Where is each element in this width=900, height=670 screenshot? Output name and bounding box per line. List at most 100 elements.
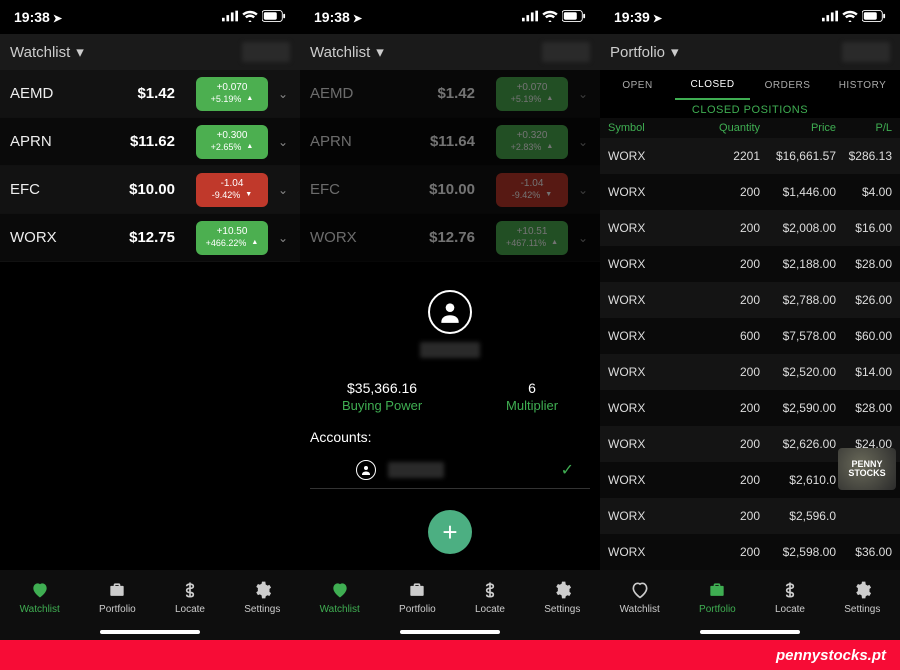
ticker-price: $10.00 [403, 181, 475, 198]
multiplier-label: Multiplier [506, 398, 558, 413]
tab-label: Locate [175, 604, 205, 615]
chevron-down-icon[interactable]: ⌄ [574, 183, 592, 197]
change-abs: +0.070 [517, 82, 548, 94]
ptab-orders[interactable]: ORDERS [750, 70, 825, 100]
ptab-history[interactable]: HISTORY [825, 70, 900, 100]
location-icon: ➤ [53, 13, 62, 25]
status-bar: 19:39➤ [600, 0, 900, 34]
header-title: Portfolio [610, 44, 665, 61]
tab-settings[interactable]: Settings [844, 580, 880, 615]
header-account-redacted [242, 42, 290, 62]
table-row[interactable]: WORX200$2,788.00$26.00 [600, 282, 900, 318]
change-pct: +5.19% [211, 94, 254, 105]
page-header: Watchlist▾ [300, 34, 600, 70]
status-time: 19:38➤ [14, 9, 62, 25]
username-redacted [420, 342, 480, 358]
wifi-icon [842, 9, 858, 25]
ticker-price: $1.42 [403, 85, 475, 102]
tab-locate[interactable]: Locate [775, 580, 805, 615]
ticker-price: $12.76 [403, 229, 475, 246]
screen-3: 19:39➤ Portfolio▾ OPENCLOSEDORDERSHISTOR… [600, 0, 900, 640]
watchlist-row[interactable]: AEMD $1.42 +0.070 +5.19% ⌄ [0, 70, 300, 118]
account-name-redacted [388, 462, 444, 478]
screen-1: 19:38➤ Watchlist▾ AEMD $1.42 +0.070 +5.1… [0, 0, 300, 640]
change-badge: +10.51 +467.11% [496, 221, 568, 255]
header-dropdown[interactable]: Watchlist▾ [10, 43, 84, 61]
tab-locate[interactable]: Locate [475, 580, 505, 615]
chevron-down-icon[interactable]: ⌄ [574, 135, 592, 149]
chevron-down-icon[interactable]: ⌄ [274, 183, 292, 197]
table-row[interactable]: WORX600$7,578.00$60.00 [600, 318, 900, 354]
table-row[interactable]: WORX2201$16,661.57$286.13 [600, 138, 900, 174]
change-badge: +0.300 +2.65% [196, 125, 268, 159]
watchlist-row[interactable]: APRN $11.64 +0.320 +2.83% ⌄ [300, 118, 600, 166]
status-bar: 19:38➤ [300, 0, 600, 34]
buying-power-label: Buying Power [342, 398, 422, 413]
chevron-down-icon[interactable]: ⌄ [274, 135, 292, 149]
change-badge: +10.50 +466.22% [196, 221, 268, 255]
account-row[interactable]: ✓ [310, 451, 590, 489]
tab-portfolio[interactable]: Portfolio [699, 580, 736, 615]
change-pct: +467.11% [506, 238, 558, 249]
header-dropdown[interactable]: Watchlist▾ [310, 43, 384, 61]
tab-bar: Watchlist Portfolio Locate Settings [300, 570, 600, 640]
tab-label: Locate [475, 604, 505, 615]
watchlist-row[interactable]: AEMD $1.42 +0.070 +5.19% ⌄ [300, 70, 600, 118]
tab-settings[interactable]: Settings [544, 580, 580, 615]
change-pct: -9.42% [512, 190, 552, 201]
change-pct: +5.19% [511, 94, 554, 105]
header-title: Watchlist [10, 44, 70, 61]
chevron-down-icon[interactable]: ⌄ [574, 87, 592, 101]
ticker-symbol: WORX [310, 229, 382, 246]
tab-label: Locate [775, 604, 805, 615]
ticker-price: $1.42 [103, 85, 175, 102]
battery-icon [262, 9, 286, 25]
header-dropdown[interactable]: Portfolio▾ [610, 43, 679, 61]
tab-label: Portfolio [399, 604, 436, 615]
ptab-closed[interactable]: CLOSED [675, 70, 750, 100]
tab-watchlist[interactable]: Watchlist [620, 580, 660, 615]
watchlist-row[interactable]: WORX $12.75 +10.50 +466.22% ⌄ [0, 214, 300, 262]
table-row[interactable]: WORX200$1,446.00$4.00 [600, 174, 900, 210]
avatar [428, 290, 472, 334]
tab-bar: Watchlist Portfolio Locate Settings [0, 570, 300, 640]
ticker-symbol: AEMD [310, 85, 382, 102]
change-pct: +2.65% [211, 142, 254, 153]
tab-bar: Watchlist Portfolio Locate Settings [600, 570, 900, 640]
change-pct: +2.83% [511, 142, 554, 153]
add-button[interactable]: + [428, 510, 472, 554]
ticker-symbol: WORX [10, 229, 82, 246]
wifi-icon [542, 9, 558, 25]
table-row[interactable]: WORX200$2,598.00$36.00 [600, 534, 900, 570]
battery-icon [862, 9, 886, 25]
ticker-symbol: EFC [10, 181, 82, 198]
watchlist-row[interactable]: EFC $10.00 -1.04 -9.42% ⌄ [0, 166, 300, 214]
ptab-open[interactable]: OPEN [600, 70, 675, 100]
tab-portfolio[interactable]: Portfolio [399, 580, 436, 615]
tab-watchlist[interactable]: Watchlist [320, 580, 360, 615]
table-row[interactable]: WORX200$2,520.00$14.00 [600, 354, 900, 390]
chevron-down-icon[interactable]: ⌄ [274, 231, 292, 245]
tab-portfolio[interactable]: Portfolio [99, 580, 136, 615]
table-row[interactable]: WORX200$2,188.00$28.00 [600, 246, 900, 282]
caret-down-icon: ▾ [376, 43, 384, 61]
person-icon [356, 460, 376, 480]
table-row[interactable]: WORX200$2,596.0 [600, 498, 900, 534]
watchlist-row[interactable]: WORX $12.76 +10.51 +467.11% ⌄ [300, 214, 600, 262]
portfolio-tabs: OPENCLOSEDORDERSHISTORY [600, 70, 900, 100]
chevron-down-icon[interactable]: ⌄ [274, 87, 292, 101]
tab-settings[interactable]: Settings [244, 580, 280, 615]
accounts-label: Accounts: [310, 429, 371, 445]
tab-watchlist[interactable]: Watchlist [20, 580, 60, 615]
table-row[interactable]: WORX200$2,008.00$16.00 [600, 210, 900, 246]
change-badge: +0.320 +2.83% [496, 125, 568, 159]
watchlist-row[interactable]: APRN $11.62 +0.300 +2.65% ⌄ [0, 118, 300, 166]
chevron-down-icon[interactable]: ⌄ [574, 231, 592, 245]
table-row[interactable]: WORX200$2,590.00$28.00 [600, 390, 900, 426]
page-header: Portfolio▾ [600, 34, 900, 70]
ticker-symbol: EFC [310, 181, 382, 198]
watchlist-row[interactable]: EFC $10.00 -1.04 -9.42% ⌄ [300, 166, 600, 214]
profile-card: $35,366.16Buying Power 6Multiplier Accou… [300, 262, 600, 489]
tab-locate[interactable]: Locate [175, 580, 205, 615]
header-account-redacted [542, 42, 590, 62]
